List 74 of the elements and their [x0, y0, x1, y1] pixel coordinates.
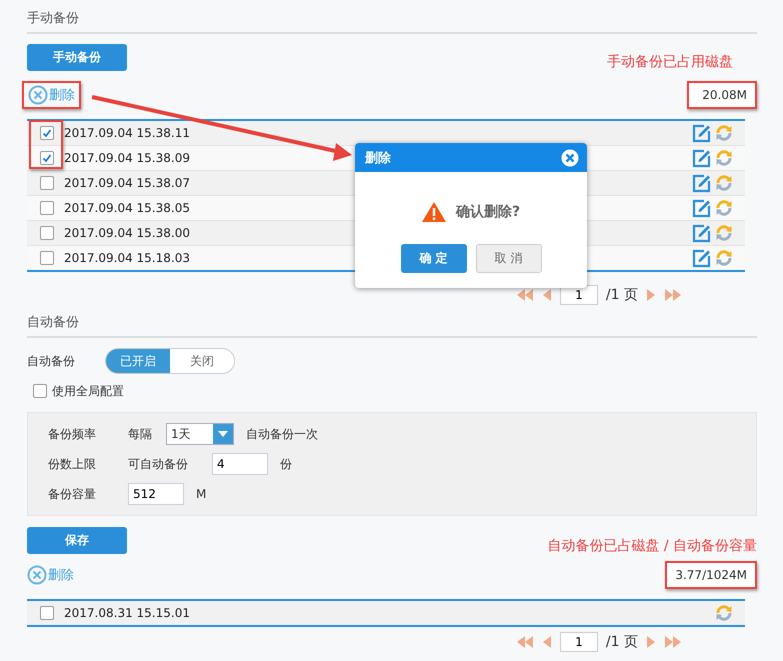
save-button[interactable]: 保存 — [27, 526, 127, 554]
edit-icon[interactable] — [692, 224, 711, 242]
dialog-title: 删除 — [365, 150, 391, 166]
backup-time: 2017.09.04 15.38.05 — [64, 201, 190, 215]
manual-backup-button[interactable]: 手动备份 — [27, 44, 127, 70]
setting-text: 可自动备份 — [128, 456, 188, 472]
confirm-button[interactable]: 确 定 — [400, 244, 466, 273]
refresh-icon[interactable] — [715, 149, 733, 167]
backup-time: 2017.08.31 15.15.01 — [64, 606, 190, 620]
edit-icon[interactable] — [692, 198, 711, 218]
dialog-message: 确认删除? — [456, 203, 520, 221]
backup-time: 2017.09.04 15.38.00 — [64, 226, 190, 240]
previous-page-icon[interactable] — [542, 635, 552, 649]
checkbox[interactable] — [40, 126, 54, 140]
close-icon — [561, 148, 579, 166]
page-input[interactable]: 1 — [560, 285, 598, 305]
close-button[interactable] — [561, 148, 579, 166]
annotation-label: 手动备份已占用磁盘 — [607, 53, 733, 71]
refresh-icon[interactable] — [715, 224, 733, 242]
backup-time: 2017.09.04 15.18.03 — [64, 251, 190, 265]
setting-text: 每隔 — [128, 426, 152, 442]
checkbox[interactable] — [40, 226, 54, 240]
highlight-frame — [29, 120, 63, 169]
count-input[interactable]: 4 — [212, 453, 268, 475]
checkbox[interactable] — [40, 176, 54, 190]
annotation-label: 自动备份已占磁盘 / 自动备份容量 — [547, 537, 757, 555]
interval-select[interactable]: 1天 — [166, 423, 234, 445]
last-page-icon[interactable] — [664, 635, 682, 649]
edit-icon[interactable] — [692, 174, 711, 192]
backup-time: 2017.09.04 15.38.09 — [64, 151, 190, 165]
disk-usage: 3.77/1024M — [665, 561, 757, 589]
checkbox[interactable] — [40, 151, 54, 165]
auto-backup-toggle[interactable]: 已开启 关闭 — [105, 348, 235, 374]
backup-time: 2017.09.04 15.38.07 — [64, 176, 190, 190]
checkbox[interactable] — [40, 201, 54, 215]
page-total: /1 页 — [606, 286, 638, 304]
refresh-icon[interactable] — [715, 604, 733, 622]
setting-text: 份 — [280, 456, 292, 472]
warning-icon — [422, 202, 446, 222]
refresh-icon[interactable] — [715, 199, 733, 217]
last-page-icon[interactable] — [664, 288, 682, 302]
checkbox[interactable] — [40, 606, 54, 620]
checkbox[interactable] — [33, 384, 47, 398]
setting-text: 自动备份一次 — [246, 426, 318, 442]
refresh-icon[interactable] — [715, 249, 733, 267]
page-total: /1 页 — [606, 633, 638, 651]
setting-label: 备份容量 — [48, 486, 97, 502]
refresh-icon[interactable] — [715, 174, 733, 192]
delete-icon — [27, 565, 47, 585]
setting-label: 份数上限 — [48, 456, 97, 472]
edit-icon[interactable] — [692, 148, 711, 168]
capacity-input[interactable]: 512 — [128, 483, 184, 505]
checkbox-label: 使用全局配置 — [52, 382, 124, 400]
toggle-option[interactable]: 已开启 — [106, 349, 170, 373]
edit-icon[interactable] — [692, 248, 711, 268]
next-page-icon[interactable] — [646, 288, 656, 302]
section-title: 自动备份 — [27, 310, 757, 338]
cancel-button[interactable]: 取 消 — [476, 244, 542, 273]
setting-label: 备份频率 — [48, 426, 97, 442]
dropdown-icon — [218, 431, 228, 437]
edit-icon[interactable] — [692, 124, 711, 142]
setting-text: M — [196, 487, 206, 501]
first-page-icon[interactable] — [516, 288, 534, 302]
section-title: 手动备份 — [27, 0, 757, 34]
refresh-icon[interactable] — [715, 124, 733, 142]
next-page-icon[interactable] — [646, 635, 656, 649]
previous-page-icon[interactable] — [542, 288, 552, 302]
toggle-label: 自动备份 — [27, 352, 75, 370]
backup-time: 2017.09.04 15.38.11 — [64, 126, 190, 140]
first-page-icon[interactable] — [516, 635, 534, 649]
disk-usage: 20.08M — [687, 81, 757, 109]
checkbox[interactable] — [40, 251, 54, 265]
page-input[interactable]: 1 — [560, 632, 598, 652]
delete-icon — [28, 85, 48, 105]
